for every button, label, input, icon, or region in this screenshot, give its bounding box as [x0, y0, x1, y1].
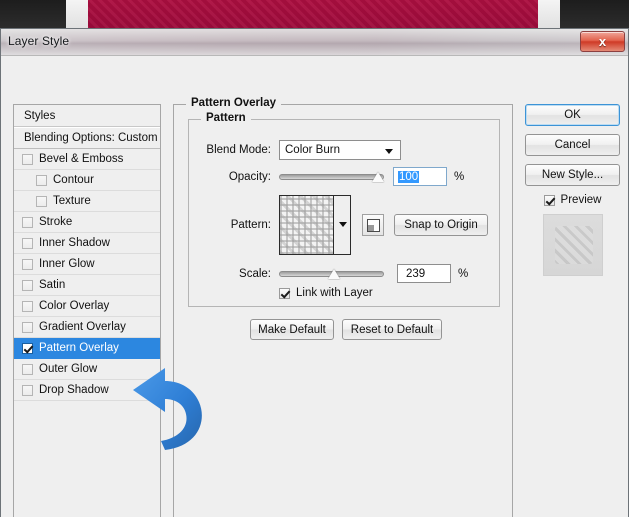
link-with-layer-checkbox-box	[279, 287, 290, 299]
style-row-checkbox[interactable]	[36, 195, 47, 207]
opacity-slider[interactable]	[279, 170, 384, 184]
layer-style-dialog: Layer Style x Styles Blending Options: C…	[0, 28, 629, 517]
style-row-label: Satin	[39, 279, 66, 291]
new-preset-glyph	[367, 219, 380, 232]
dialog-title: Layer Style	[8, 34, 70, 48]
close-icon[interactable]: x	[580, 31, 625, 52]
style-row-inner-shadow[interactable]: Inner Shadow	[14, 233, 160, 254]
style-row-label: Drop Shadow	[39, 384, 109, 396]
style-effect-list: Bevel & Emboss Contour Texture Stroke Inner …	[14, 149, 160, 401]
style-row-checkbox[interactable]	[22, 342, 33, 354]
styles-header[interactable]: Styles	[14, 105, 160, 127]
make-default-button[interactable]: Make Default	[250, 319, 334, 340]
pattern-overlay-group-title: Pattern Overlay	[186, 97, 282, 109]
pattern-overlay-group: Pattern Overlay Pattern Blend Mode: Colo…	[173, 97, 513, 517]
style-row-stroke[interactable]: Stroke	[14, 212, 160, 233]
ok-button[interactable]: OK	[525, 104, 620, 126]
style-row-label: Color Overlay	[39, 300, 110, 312]
preview-checkbox-box	[543, 194, 555, 206]
style-row-gradient-overlay[interactable]: Gradient Overlay	[14, 317, 160, 338]
scale-label: Scale:	[239, 267, 271, 280]
style-row-label: Contour	[53, 174, 94, 186]
style-row-bevel-emboss[interactable]: Bevel & Emboss	[14, 149, 160, 170]
scale-value: 239	[406, 267, 426, 280]
styles-list-filler	[14, 401, 160, 517]
style-row-label: Inner Glow	[39, 258, 95, 270]
cancel-button[interactable]: Cancel	[525, 134, 620, 156]
style-row-label: Bevel & Emboss	[39, 153, 124, 165]
preview-checkbox[interactable]: Preview	[525, 194, 620, 206]
pattern-picker[interactable]	[279, 195, 351, 255]
style-row-checkbox[interactable]	[22, 300, 33, 312]
opacity-unit: %	[454, 170, 465, 183]
style-row-color-overlay[interactable]: Color Overlay	[14, 296, 160, 317]
blend-mode-value: Color Burn	[285, 144, 340, 156]
scale-slider-thumb[interactable]	[327, 268, 340, 279]
style-row-drop-shadow[interactable]: Drop Shadow	[14, 380, 160, 401]
opacity-slider-track	[279, 173, 384, 180]
reset-to-default-button[interactable]: Reset to Default	[342, 319, 442, 340]
style-row-checkbox[interactable]	[22, 363, 33, 375]
snap-to-origin-button[interactable]: Snap to Origin	[394, 214, 488, 236]
blend-mode-row: Blend Mode: Color Burn	[199, 140, 489, 160]
preview-thumbnail-pattern	[554, 226, 593, 264]
style-row-outer-glow[interactable]: Outer Glow	[14, 359, 160, 380]
blend-mode-select[interactable]: Color Burn	[279, 140, 401, 160]
scale-slider[interactable]	[279, 267, 384, 281]
opacity-value: 100	[398, 170, 420, 183]
style-row-label: Texture	[53, 195, 91, 207]
pattern-label: Pattern:	[230, 219, 271, 231]
dialog-actions: OK Cancel New Style... Preview	[525, 104, 620, 276]
pattern-subgroup: Pattern Blend Mode: Color Burn Opacity:	[188, 112, 500, 307]
pattern-subgroup-title: Pattern	[201, 112, 251, 124]
style-row-label: Stroke	[39, 216, 73, 228]
scale-unit: %	[458, 267, 469, 280]
opacity-slider-thumb[interactable]	[372, 171, 384, 182]
style-row-checkbox[interactable]	[22, 384, 33, 396]
opacity-row: Opacity: 100 %	[199, 167, 489, 186]
blend-mode-label: Blend Mode:	[206, 144, 271, 156]
link-with-layer-checkbox[interactable]: Link with Layer	[279, 287, 373, 299]
style-row-checkbox[interactable]	[22, 237, 33, 249]
opacity-label: Opacity:	[228, 170, 271, 183]
new-style-button[interactable]: New Style...	[525, 164, 620, 186]
dialog-body: Styles Blending Options: Custom Bevel & …	[1, 56, 628, 517]
style-row-checkbox[interactable]	[22, 279, 33, 291]
scale-row: Scale: 239 %	[199, 264, 489, 283]
style-row-checkbox[interactable]	[22, 321, 33, 333]
style-row-contour[interactable]: Contour	[14, 170, 160, 191]
opacity-input[interactable]: 100	[393, 167, 447, 186]
style-row-satin[interactable]: Satin	[14, 275, 160, 296]
style-row-label: Gradient Overlay	[39, 321, 126, 333]
style-row-checkbox[interactable]	[22, 258, 33, 270]
dialog-titlebar[interactable]: Layer Style x	[1, 29, 628, 56]
preview-thumbnail	[542, 214, 603, 276]
style-row-label: Pattern Overlay	[39, 342, 119, 354]
pattern-row: Pattern: Snap to Origin	[199, 195, 499, 255]
pattern-swatch-preview	[280, 196, 333, 254]
blending-options-row[interactable]: Blending Options: Custom	[14, 127, 160, 149]
chevron-down-icon	[385, 149, 393, 154]
style-row-texture[interactable]: Texture	[14, 191, 160, 212]
style-row-label: Inner Shadow	[39, 237, 110, 249]
style-row-label: Outer Glow	[39, 363, 98, 375]
new-preset-icon[interactable]	[362, 214, 384, 236]
style-row-checkbox[interactable]	[22, 216, 33, 228]
preview-label: Preview	[560, 194, 602, 206]
style-row-checkbox[interactable]	[22, 153, 33, 165]
pattern-dropdown-arrow-icon[interactable]	[333, 196, 350, 254]
scale-input[interactable]: 239	[397, 264, 451, 283]
link-with-layer-label: Link with Layer	[296, 287, 373, 299]
style-row-pattern-overlay[interactable]: Pattern Overlay	[14, 338, 160, 359]
style-row-inner-glow[interactable]: Inner Glow	[14, 254, 160, 275]
styles-list-panel: Styles Blending Options: Custom Bevel & …	[13, 104, 161, 517]
style-row-checkbox[interactable]	[36, 174, 47, 186]
